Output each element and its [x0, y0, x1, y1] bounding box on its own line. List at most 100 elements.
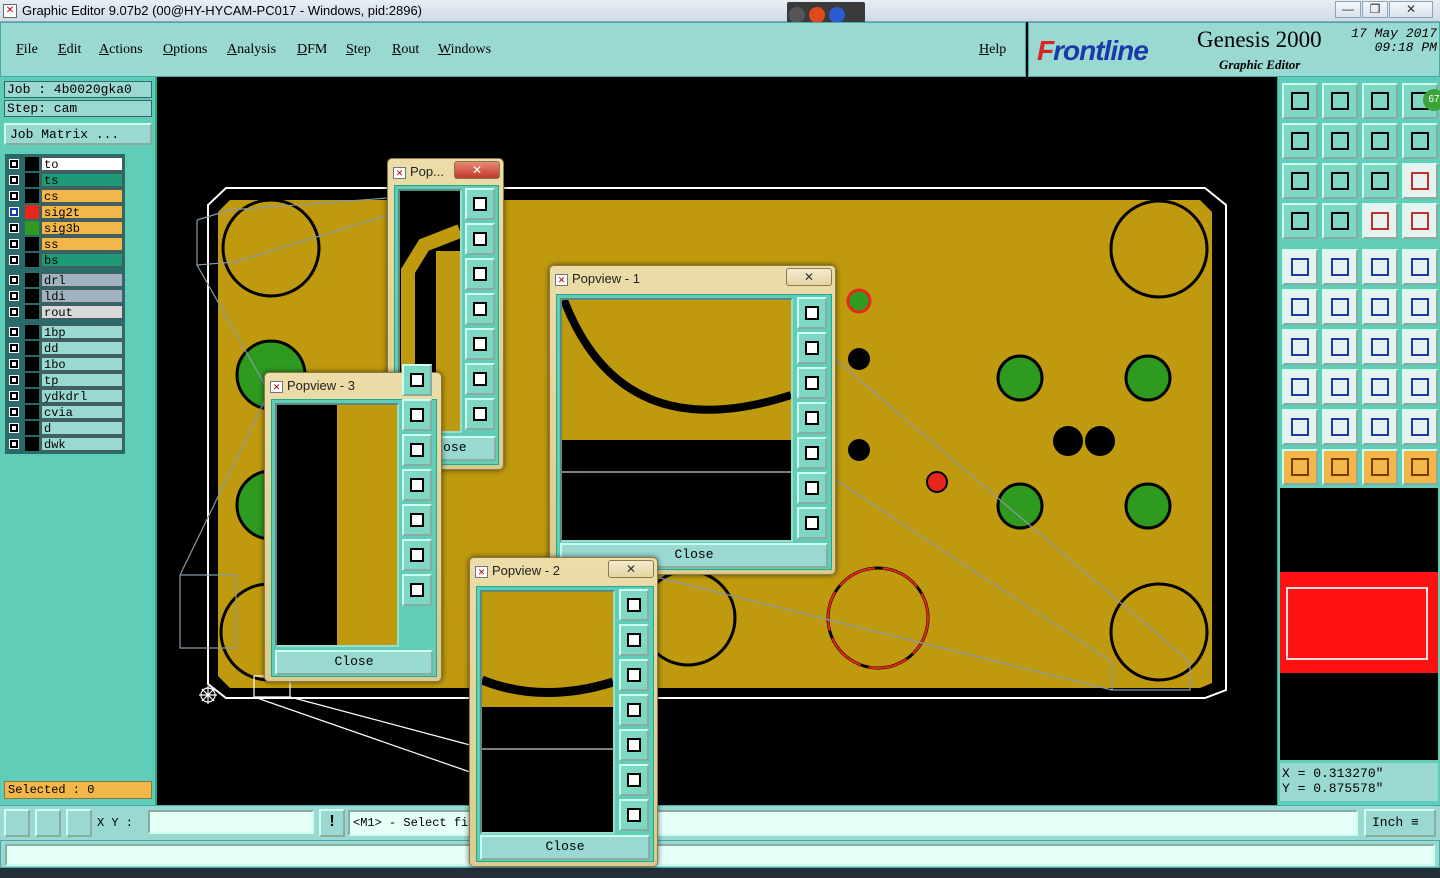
layer-name[interactable]: 1bp	[41, 325, 123, 340]
popview-close-button[interactable]: Close	[275, 650, 433, 675]
layer-row[interactable]: sig2t	[5, 204, 125, 220]
menu-edit[interactable]: Edit	[58, 42, 81, 58]
layer-color-swatch[interactable]	[25, 189, 39, 203]
select-box-button[interactable]	[1282, 369, 1318, 405]
layer-row[interactable]: ldi	[5, 288, 125, 304]
move-right-button[interactable]	[619, 729, 649, 761]
layer-checkbox[interactable]	[9, 175, 19, 185]
layer-checkbox[interactable]	[9, 439, 19, 449]
move-down-button[interactable]	[619, 659, 649, 691]
ruler-button[interactable]	[1362, 249, 1398, 285]
shape-a-button[interactable]	[1282, 409, 1318, 445]
layer-row[interactable]: drl	[5, 272, 125, 288]
popview-view[interactable]	[560, 298, 793, 542]
route-pointer-button[interactable]	[1402, 449, 1438, 485]
layer-checkbox[interactable]	[9, 275, 19, 285]
zoom-center-button[interactable]	[1322, 163, 1358, 199]
layer-row[interactable]: dd	[5, 340, 125, 356]
filter-button[interactable]	[1282, 203, 1318, 239]
connect-button[interactable]	[1282, 289, 1318, 325]
snap-view-button[interactable]	[465, 188, 495, 220]
layer-row[interactable]: cs	[5, 188, 125, 204]
move-down-button[interactable]	[797, 367, 827, 399]
zoom-out-button[interactable]	[619, 799, 649, 831]
status-input[interactable]	[5, 844, 1435, 866]
xy-input[interactable]	[148, 810, 314, 834]
zoom-out-button[interactable]	[797, 507, 827, 539]
menu-actions[interactable]: Actions	[99, 42, 143, 58]
layer-name[interactable]: cvia	[41, 405, 123, 420]
move-right-button[interactable]	[402, 504, 432, 536]
popview-close-x[interactable]: ✕	[454, 161, 500, 179]
popview-2-window[interactable]: ✕ Popview - 2 ✕ Close	[469, 557, 658, 867]
move-right-button[interactable]	[797, 437, 827, 469]
layer-checkbox[interactable]	[9, 239, 19, 249]
units-button[interactable]: Inch ≡	[1364, 809, 1436, 837]
layer-row[interactable]: dwk	[5, 436, 125, 452]
alert-icon[interactable]: !	[319, 809, 345, 837]
layer-color-swatch[interactable]	[25, 237, 39, 251]
maximize-button[interactable]: ❐	[1362, 1, 1388, 18]
popview-close-x[interactable]: ✕	[608, 560, 654, 578]
zoom-extents-button[interactable]	[1282, 163, 1318, 199]
layer-color-swatch[interactable]	[25, 405, 39, 419]
arc-button[interactable]	[1362, 329, 1398, 365]
pan-up-button[interactable]	[1282, 83, 1318, 119]
layer-row[interactable]: sig3b	[5, 220, 125, 236]
overview-window[interactable]	[1280, 572, 1438, 673]
menu-file[interactable]: File	[16, 42, 38, 58]
zoom-fit-button[interactable]	[1362, 123, 1398, 159]
add-node-button[interactable]	[1362, 289, 1398, 325]
cross-button[interactable]	[1322, 289, 1358, 325]
menu-step[interactable]: Step	[346, 42, 371, 58]
move-left-button[interactable]	[402, 469, 432, 501]
zoom-in-button[interactable]	[465, 363, 495, 395]
layer-name[interactable]: to	[41, 157, 123, 172]
move-left-button[interactable]	[797, 402, 827, 434]
popview-view[interactable]	[275, 403, 399, 647]
zoom-out-button[interactable]	[402, 574, 432, 606]
layer-checkbox[interactable]	[9, 359, 19, 369]
menu-help[interactable]: Help	[979, 42, 1006, 58]
layer-row[interactable]: cvia	[5, 404, 125, 420]
layer-checkbox[interactable]	[9, 255, 19, 265]
layer-color-swatch[interactable]	[25, 173, 39, 187]
scale-1-2-button[interactable]	[1362, 163, 1398, 199]
dot-button[interactable]	[1402, 249, 1438, 285]
move-up-button[interactable]	[402, 399, 432, 431]
move-up-button[interactable]	[797, 332, 827, 364]
flip-button[interactable]	[1402, 329, 1438, 365]
pad-button[interactable]	[1282, 249, 1318, 285]
help-icon[interactable]	[829, 7, 845, 23]
menu-windows[interactable]: Windows	[438, 42, 491, 58]
layer-name[interactable]: rout	[41, 305, 123, 320]
grid-icon[interactable]	[66, 809, 92, 837]
layer-color-swatch[interactable]	[25, 205, 39, 219]
layer-row[interactable]: 1bp	[5, 324, 125, 340]
menu-rout[interactable]: Rout	[392, 42, 419, 58]
rotate-pointer-button[interactable]	[1362, 449, 1398, 485]
popview-3-window[interactable]: ✕ Popview - 3 Close	[264, 364, 442, 682]
layer-name[interactable]: 1bo	[41, 357, 123, 372]
layer-checkbox[interactable]	[9, 159, 19, 169]
angle-button[interactable]	[1282, 329, 1318, 365]
layer-color-swatch[interactable]	[25, 305, 39, 319]
move-node-button[interactable]	[1402, 289, 1438, 325]
redraw-button[interactable]	[1402, 123, 1438, 159]
layer-row[interactable]: 1bo	[5, 356, 125, 372]
snap-view-button[interactable]	[402, 364, 432, 396]
layer-color-swatch[interactable]	[25, 273, 39, 287]
pan-left-button[interactable]	[1282, 123, 1318, 159]
layer-row[interactable]: tp	[5, 372, 125, 388]
layer-name[interactable]: ydkdrl	[41, 389, 123, 404]
popview-close-button[interactable]: Close	[480, 835, 650, 860]
layer-color-swatch[interactable]	[25, 357, 39, 371]
layer-name[interactable]: drl	[41, 273, 123, 288]
help-button[interactable]	[1402, 163, 1438, 199]
layer-checkbox[interactable]	[9, 407, 19, 417]
layer-name[interactable]: dwk	[41, 437, 123, 452]
line-button[interactable]	[1322, 249, 1358, 285]
layer-color-swatch[interactable]	[25, 389, 39, 403]
layer-name[interactable]: sig2t	[41, 205, 123, 220]
home-button[interactable]	[1362, 83, 1398, 119]
